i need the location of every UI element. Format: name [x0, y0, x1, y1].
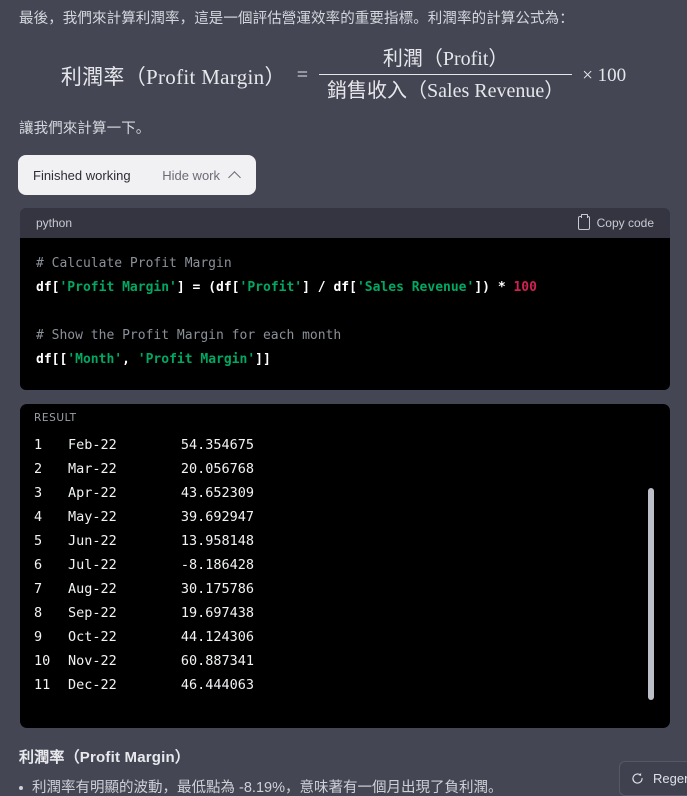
- formula-fraction: 利潤（Profit） 銷售收入（Sales Revenue）: [319, 46, 573, 105]
- result-row-value: 19.697438: [180, 605, 254, 621]
- result-row-value: 43.652309: [180, 485, 254, 501]
- result-row-value: 39.692947: [180, 509, 254, 525]
- finished-working-pill[interactable]: Finished working Hide work: [18, 155, 256, 195]
- result-row: 10 Nov-22 60.887341: [34, 649, 254, 673]
- result-row-value: 46.444063: [180, 677, 254, 693]
- profit-margin-formula: 利潤率（Profit Margin） = 利潤（Profit） 銷售收入（Sal…: [0, 46, 687, 105]
- lets-calculate-paragraph: 讓我們來計算一下。: [19, 121, 151, 137]
- hide-work-toggle[interactable]: Hide work: [162, 168, 241, 183]
- result-table: 1 Feb-22 54.354675 2 Mar-22 20.056768 3 Apr-22 4…: [34, 433, 254, 697]
- copy-code-button[interactable]: Copy code: [577, 214, 654, 230]
- result-row-index: 6: [34, 557, 43, 573]
- result-row-month: Oct-22: [68, 629, 117, 645]
- result-row-value: 54.354675: [180, 437, 254, 453]
- result-row-value: 20.056768: [180, 461, 254, 477]
- analysis-bullet-item: 利潤率有明顯的波動，最低點為 -8.19%，意味著有一個月出現了負利潤。: [19, 777, 679, 796]
- result-row-month: Feb-22: [68, 437, 117, 453]
- intro-paragraph: 最後，我們來計算利潤率，這是一個評估營運效率的重要指標。利潤率的計算公式為：: [19, 11, 574, 27]
- result-row-value: 30.175786: [180, 581, 254, 597]
- formula-denominator: 銷售收入（Sales Revenue）: [327, 80, 565, 102]
- result-row-index: 1: [34, 437, 43, 453]
- regenerate-label: Regenerate: [653, 771, 687, 786]
- formula-multiplier: × 100: [582, 64, 627, 86]
- result-row-index: 11: [34, 677, 51, 693]
- code-line: # Show the Profit Margin for each month: [36, 328, 342, 343]
- hide-work-label: Hide work: [162, 167, 220, 183]
- refresh-icon: [632, 772, 643, 784]
- result-row-value: 60.887341: [180, 653, 254, 669]
- result-row-value: -8.186428: [180, 557, 254, 573]
- result-row-month: Aug-22: [68, 581, 117, 597]
- analysis-heading: 利潤率（Profit Margin）: [19, 749, 191, 766]
- result-label: RESULT: [34, 412, 77, 424]
- code-block-header: python Copy code: [20, 208, 670, 238]
- python-code-block: python Copy code # Calculate Profit Marg…: [20, 208, 670, 390]
- formula-equals-sign: =: [296, 64, 309, 86]
- code-language-label: python: [36, 216, 73, 230]
- result-row-index: 2: [34, 461, 43, 477]
- result-row-month: May-22: [68, 509, 117, 525]
- copy-code-label: Copy code: [596, 216, 654, 230]
- result-row-index: 10: [34, 653, 51, 669]
- formula-numerator: 利潤（Profit）: [382, 48, 509, 70]
- analysis-bullet-text: 利潤率有明顯的波動，最低點為 -8.19%，意味著有一個月出現了負利潤。: [32, 780, 503, 796]
- result-row-month: Jul-22: [68, 557, 117, 573]
- result-row: 1 Feb-22 54.354675: [34, 433, 254, 457]
- result-row-month: Nov-22: [68, 653, 117, 669]
- result-row-month: Jun-22: [68, 533, 117, 549]
- result-row: 2 Mar-22 20.056768: [34, 457, 254, 481]
- result-row: 11 Dec-22 46.444063: [34, 673, 254, 697]
- result-row: 8 Sep-22 19.697438: [34, 601, 254, 625]
- regenerate-button[interactable]: Regenerate: [619, 761, 687, 796]
- code-line: df['Profit Margin'] = (df['Profit'] / df…: [36, 280, 537, 295]
- result-row: 6 Jul-22 -8.186428: [34, 553, 254, 577]
- result-row-index: 8: [34, 605, 43, 621]
- result-row-index: 7: [34, 581, 43, 597]
- result-row: 5 Jun-22 13.958148: [34, 529, 254, 553]
- result-row: 4 May-22 39.692947: [34, 505, 254, 529]
- result-output-block: RESULT 1 Feb-22 54.354675 2 Mar-22 20.056768 3…: [20, 404, 670, 728]
- result-row-month: Apr-22: [68, 485, 117, 501]
- chevron-up-icon: [229, 169, 241, 181]
- chat-message-panel: 最後，我們來計算利潤率，這是一個評估營運效率的重要指標。利潤率的計算公式為： 利…: [0, 0, 687, 796]
- clipboard-icon: [577, 214, 590, 230]
- result-row-month: Mar-22: [68, 461, 117, 477]
- finished-working-label: Finished working: [33, 167, 131, 183]
- bullet-dot-icon: [19, 786, 23, 790]
- result-row-month: Sep-22: [68, 605, 117, 621]
- result-row-index: 5: [34, 533, 43, 549]
- result-row: 7 Aug-22 30.175786: [34, 577, 254, 601]
- result-row-value: 13.958148: [180, 533, 254, 549]
- formula-left-side: 利潤率（Profit Margin）: [60, 64, 286, 89]
- result-row-index: 3: [34, 485, 43, 501]
- code-line: # Calculate Profit Margin: [36, 256, 232, 271]
- result-row-index: 9: [34, 629, 43, 645]
- result-row: 3 Apr-22 43.652309: [34, 481, 254, 505]
- result-row: 9 Oct-22 44.124306: [34, 625, 254, 649]
- code-line: df[['Month', 'Profit Margin']]: [36, 352, 271, 367]
- result-row-value: 44.124306: [180, 629, 254, 645]
- code-content[interactable]: # Calculate Profit Margin df['Profit Mar…: [20, 238, 670, 390]
- result-scrollbar[interactable]: [648, 488, 654, 700]
- result-row-month: Dec-22: [68, 677, 117, 693]
- result-row-index: 4: [34, 509, 43, 525]
